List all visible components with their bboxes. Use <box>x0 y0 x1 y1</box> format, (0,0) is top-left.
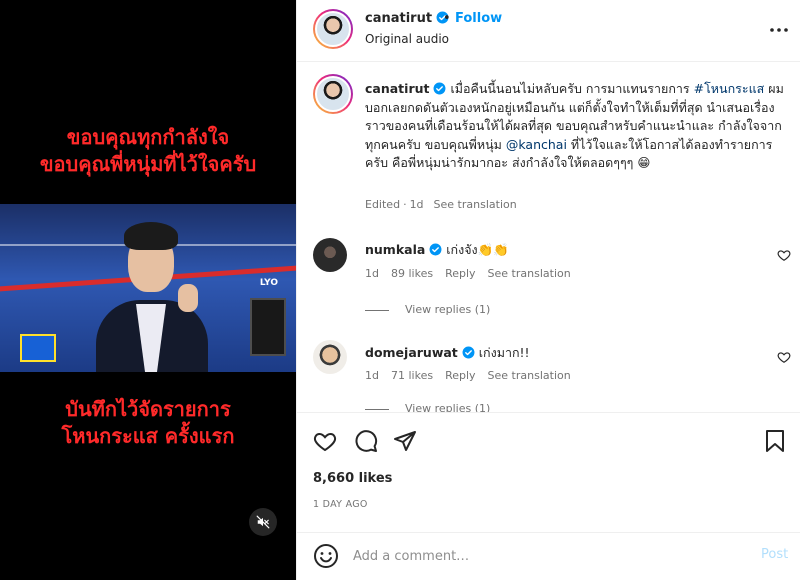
comment-bubble-icon <box>355 430 378 452</box>
studio-monitor <box>250 298 286 356</box>
comment-username[interactable]: domejaruwat <box>365 345 458 360</box>
comment-time[interactable]: 1d <box>365 267 379 280</box>
replies-divider <box>365 309 389 311</box>
like-comment-heart-icon[interactable] <box>777 248 791 262</box>
author-username[interactable]: canatirut <box>365 11 449 26</box>
caption-time[interactable]: 1d <box>410 198 424 211</box>
presenter-hand <box>178 284 198 312</box>
comment-username[interactable]: numkala <box>365 242 425 257</box>
verified-badge-icon <box>434 82 446 95</box>
follow-button[interactable]: Follow <box>455 11 502 26</box>
comment-meta: 1d 89 likes Reply See translation <box>365 267 583 280</box>
post-panel: canatirut • Follow Original audio canati… <box>296 0 800 580</box>
video-caption-top: ขอบคุณทุกกำลังใจ ขอบคุณพี่หนุ่มที่ไว้ใจค… <box>0 124 296 178</box>
video-caption-bottom-line-2: โหนกระแส ครั้งแรก <box>61 424 235 448</box>
video-caption-top-line-1: ขอบคุณทุกกำลังใจ <box>66 125 230 149</box>
caption-text-1: เมื่อคืนนี้นอนไม่หลับครับ การมาแทนรายการ <box>446 81 694 96</box>
video-caption-top-line-2: ขอบคุณพี่หนุ่มที่ไว้ใจครับ <box>39 152 257 176</box>
view-replies-button[interactable]: View replies (1) <box>365 303 490 316</box>
more-options-button[interactable] <box>767 18 791 42</box>
video-caption-bottom: บันทึกไว้จัดรายการ โหนกระแส ครั้งแรก <box>0 396 296 450</box>
comment-text: เก่งมาก!! <box>478 345 530 360</box>
comment-body: numkala เก่งจัง👏👏 <box>365 240 509 260</box>
caption-hashtag[interactable]: #โหนกระแส <box>694 81 765 96</box>
verified-badge-icon <box>429 243 442 256</box>
caption-edited: Edited <box>365 198 401 211</box>
comment-avatar[interactable] <box>313 238 347 272</box>
caption-meta-dot: · <box>403 198 407 211</box>
verified-badge-icon <box>462 346 475 359</box>
view-replies-button[interactable]: View replies (1) <box>365 402 490 412</box>
comment-time[interactable]: 1d <box>365 369 379 382</box>
post-actions: 8,660 likes 1 DAY AGO <box>297 412 800 532</box>
audio-label[interactable]: Original audio <box>365 32 449 46</box>
more-horizontal-icon <box>770 28 788 32</box>
likes-count[interactable]: 8,660 likes <box>313 471 392 486</box>
comment-body: domejaruwat เก่งมาก!! <box>365 343 530 363</box>
video-frame: LYO <box>0 204 296 372</box>
comment-reply-button[interactable]: Reply <box>445 267 475 280</box>
reel-video[interactable]: ขอบคุณทุกกำลังใจ ขอบคุณพี่หนุ่มที่ไว้ใจค… <box>0 0 296 580</box>
comment-text: เก่งจัง👏👏 <box>446 242 509 257</box>
mute-button[interactable] <box>249 508 277 536</box>
studio-label: LYO <box>259 278 278 288</box>
video-caption-bottom-line-1: บันทึกไว้จัดรายการ <box>65 397 231 421</box>
comment-reply-button[interactable]: Reply <box>445 369 475 382</box>
caption-mention[interactable]: @kanchai <box>506 137 567 152</box>
caption-meta: Edited · 1d See translation <box>365 198 527 211</box>
header-separator: • <box>443 11 451 26</box>
comment-likes[interactable]: 89 likes <box>391 267 433 280</box>
emoji-icon[interactable] <box>313 543 339 569</box>
comment-composer: Post <box>297 532 800 580</box>
heart-icon <box>313 432 337 452</box>
view-replies-label[interactable]: View replies (1) <box>405 402 490 412</box>
author-avatar[interactable] <box>313 9 353 49</box>
save-button[interactable] <box>761 427 789 455</box>
speaker-muted-icon <box>256 515 270 529</box>
replies-divider <box>365 408 389 410</box>
comment-meta: 1d 71 likes Reply See translation <box>365 369 583 382</box>
share-button[interactable] <box>391 427 419 455</box>
paper-plane-icon <box>394 431 416 451</box>
caption-see-translation[interactable]: See translation <box>434 198 517 211</box>
author-username-text[interactable]: canatirut <box>365 11 432 26</box>
comment-see-translation[interactable]: See translation <box>488 369 571 382</box>
post-comment-button[interactable]: Post <box>761 547 788 562</box>
post-date[interactable]: 1 DAY AGO <box>313 499 368 510</box>
like-comment-heart-icon[interactable] <box>777 350 791 364</box>
comment-input[interactable] <box>353 545 733 567</box>
presenter-hair <box>124 222 178 250</box>
caption-author-avatar[interactable] <box>313 74 353 114</box>
comment-button[interactable] <box>352 427 380 455</box>
bookmark-icon <box>766 430 784 452</box>
like-button[interactable] <box>311 427 339 455</box>
comment-see-translation[interactable]: See translation <box>488 267 571 280</box>
comment-likes[interactable]: 71 likes <box>391 369 433 382</box>
show-logo <box>20 334 56 362</box>
view-replies-label[interactable]: View replies (1) <box>405 303 490 316</box>
comments-section[interactable]: canatirut เมื่อคืนนี้นอนไม่หลับครับ การม… <box>297 62 800 412</box>
comment-avatar[interactable] <box>313 340 347 374</box>
caption-username[interactable]: canatirut <box>365 81 429 96</box>
post-caption: canatirut เมื่อคืนนี้นอนไม่หลับครับ การม… <box>365 80 785 173</box>
post-header: canatirut • Follow Original audio <box>297 0 800 62</box>
